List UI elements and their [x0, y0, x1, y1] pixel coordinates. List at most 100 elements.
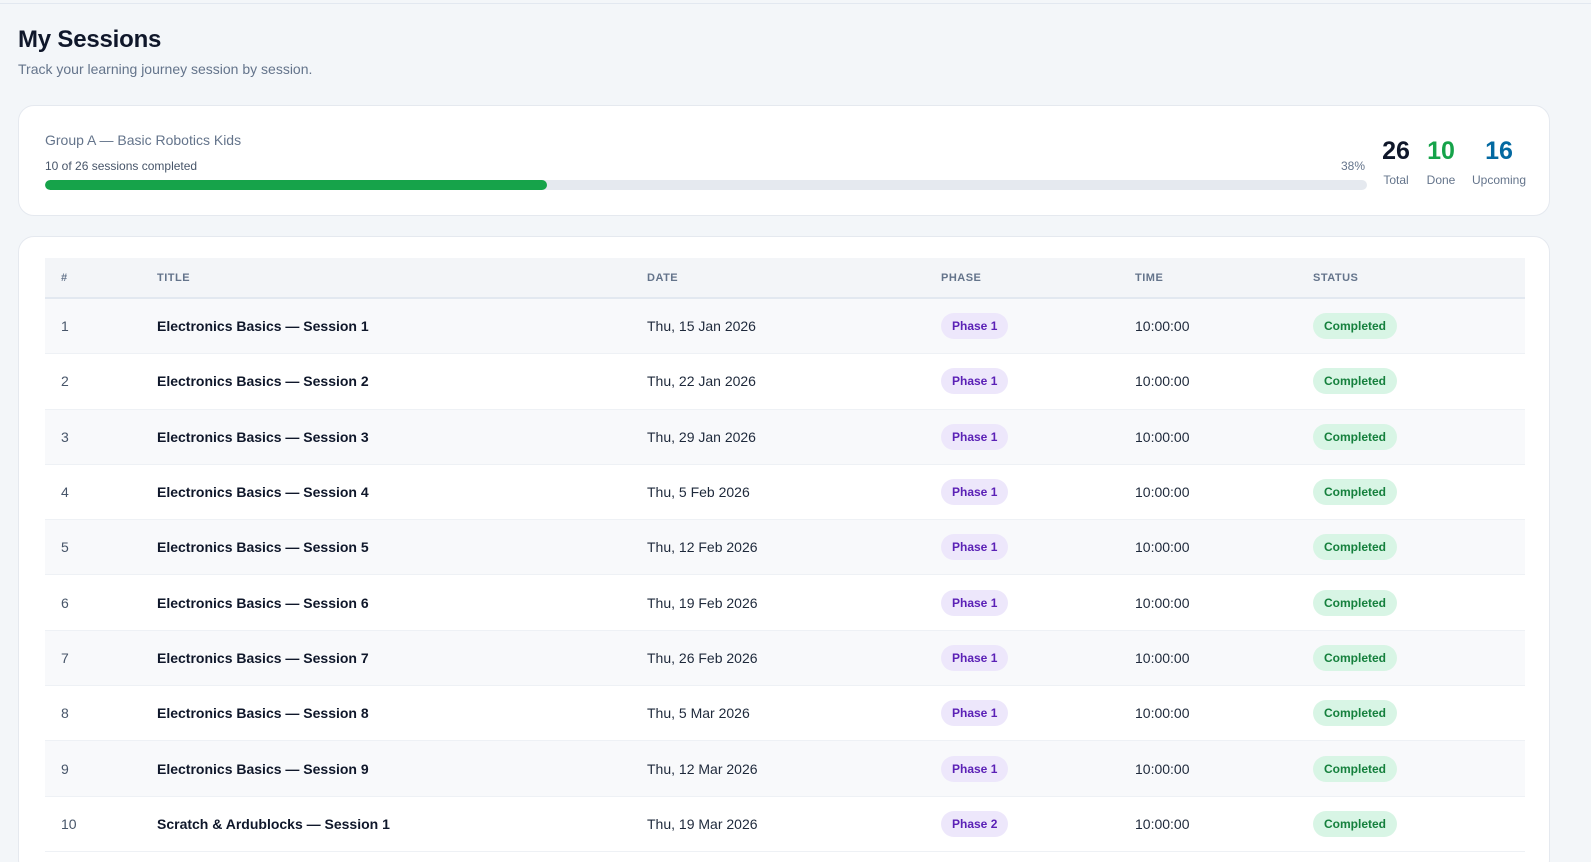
- session-status-cell: Completed: [1313, 644, 1398, 671]
- session-title: Electronics Basics — Session 3: [157, 428, 369, 445]
- session-status-cell: Completed: [1313, 810, 1398, 837]
- stat-done-value: 10: [1427, 137, 1455, 165]
- session-number: 1: [61, 318, 69, 335]
- session-date: Thu, 5 Feb 2026: [647, 484, 750, 501]
- session-date: Thu, 19 Feb 2026: [647, 594, 758, 611]
- table-row[interactable]: 6 Electronics Basics — Session 6 Thu, 19 F…: [45, 575, 1525, 631]
- phase-badge: Phase 1: [941, 423, 1009, 450]
- session-date: Thu, 12 Mar 2026: [647, 760, 758, 777]
- phase-badge: Phase 1: [941, 534, 1009, 561]
- session-phase-cell: Phase 1: [941, 368, 1009, 395]
- session-number: 2: [61, 373, 69, 390]
- stat-upcoming-label: Upcoming: [1471, 173, 1527, 187]
- phase-badge: Phase 1: [941, 313, 1009, 340]
- progress-text: 10 of 26 sessions completed: [45, 159, 198, 173]
- session-phase-cell: Phase 1: [941, 479, 1009, 506]
- stat-total: 26 Total: [1379, 136, 1413, 187]
- column-header-number: #: [61, 272, 68, 284]
- stat-total-value: 26: [1382, 137, 1410, 165]
- status-badge: Completed: [1313, 534, 1398, 561]
- status-badge: Completed: [1313, 700, 1398, 727]
- session-status-cell: Completed: [1313, 313, 1398, 340]
- session-time: 10:00:00: [1135, 428, 1190, 445]
- phase-badge: Phase 1: [941, 479, 1009, 506]
- session-status-cell: Completed: [1313, 479, 1398, 506]
- session-number: 4: [61, 484, 69, 501]
- stat-done-label: Done: [1426, 173, 1456, 187]
- top-divider: [0, 0, 1591, 4]
- session-time: 10:00:00: [1135, 760, 1190, 777]
- phase-badge: Phase 1: [941, 368, 1009, 395]
- table-row[interactable]: 8 Electronics Basics — Session 8 Thu, 5 Ma…: [45, 686, 1525, 742]
- table-row[interactable]: 3 Electronics Basics — Session 3 Thu, 29 J…: [45, 409, 1525, 465]
- session-number: 5: [61, 539, 69, 556]
- phase-badge: Phase 1: [941, 700, 1009, 727]
- stat-total-label: Total: [1383, 173, 1409, 187]
- table-row[interactable]: 1 Electronics Basics — Session 1 Thu, 15 J…: [45, 299, 1525, 355]
- status-badge: Completed: [1313, 368, 1398, 395]
- session-time: 10:00:00: [1135, 484, 1190, 501]
- session-title: Electronics Basics — Session 6: [157, 594, 369, 611]
- session-title: Scratch & Ardublocks — Session 1: [157, 815, 390, 832]
- table-row[interactable]: 7 Electronics Basics — Session 7 Thu, 26 F…: [45, 630, 1525, 687]
- page-title: My Sessions: [18, 26, 162, 53]
- session-phase-cell: Phase 1: [941, 589, 1009, 616]
- status-badge: Completed: [1313, 810, 1398, 837]
- session-time: 10:00:00: [1135, 815, 1190, 832]
- session-title: Electronics Basics — Session 1: [157, 318, 369, 335]
- session-time: 10:00:00: [1135, 373, 1190, 390]
- session-number: 3: [61, 428, 69, 445]
- session-phase-cell: Phase 1: [941, 644, 1009, 671]
- session-status-cell: Completed: [1313, 589, 1398, 616]
- table-row[interactable]: 9 Electronics Basics — Session 9 Thu, 12 M…: [45, 741, 1525, 797]
- session-phase-cell: Phase 1: [941, 423, 1009, 450]
- session-time: 10:00:00: [1135, 649, 1190, 666]
- status-badge: Completed: [1313, 313, 1398, 340]
- sessions-table-card: # TITLE DATE PHASE TIME STATUS 1 Electron…: [18, 236, 1550, 862]
- session-phase-cell: Phase 2: [941, 810, 1009, 837]
- status-badge: Completed: [1313, 589, 1398, 616]
- column-header-date: DATE: [647, 272, 679, 284]
- session-status-cell: Completed: [1313, 755, 1398, 782]
- table-row[interactable]: 2 Electronics Basics — Session 2 Thu, 22 J…: [45, 354, 1525, 410]
- progress-percent: 38%: [1340, 159, 1365, 173]
- status-badge: Completed: [1313, 423, 1398, 450]
- status-badge: Completed: [1313, 479, 1398, 506]
- column-header-title: TITLE: [157, 272, 191, 284]
- session-number: 9: [61, 760, 69, 777]
- group-name: Group A — Basic Robotics Kids: [45, 132, 242, 148]
- table-row[interactable]: 5 Electronics Basics — Session 5 Thu, 12 F…: [45, 520, 1525, 576]
- table-row[interactable]: 4 Electronics Basics — Session 4 Thu, 5 Fe…: [45, 464, 1525, 521]
- stat-upcoming-value: 16: [1485, 137, 1513, 165]
- session-number: 7: [61, 649, 69, 666]
- session-phase-cell: Phase 1: [941, 755, 1009, 782]
- sessions-table: # TITLE DATE PHASE TIME STATUS 1 Electron…: [45, 258, 1525, 852]
- status-badge: Completed: [1313, 755, 1398, 782]
- progress-summary-card: Group A — Basic Robotics Kids 10 of 26 s…: [18, 105, 1550, 216]
- column-header-phase: PHASE: [941, 272, 982, 284]
- phase-badge: Phase 2: [941, 810, 1009, 837]
- column-header-status: STATUS: [1313, 272, 1359, 284]
- session-time: 10:00:00: [1135, 318, 1190, 335]
- progress-bar: [45, 180, 1367, 190]
- session-date: Thu, 12 Feb 2026: [647, 539, 758, 556]
- session-phase-cell: Phase 1: [941, 700, 1009, 727]
- stat-done: 10 Done: [1424, 136, 1458, 187]
- session-number: 8: [61, 705, 69, 722]
- session-date: Thu, 15 Jan 2026: [647, 318, 756, 335]
- session-title: Electronics Basics — Session 7: [157, 649, 369, 666]
- progress-bar-fill: [45, 180, 548, 190]
- session-time: 10:00:00: [1135, 705, 1190, 722]
- session-date: Thu, 5 Mar 2026: [647, 705, 750, 722]
- session-date: Thu, 22 Jan 2026: [647, 373, 756, 390]
- phase-badge: Phase 1: [941, 644, 1009, 671]
- session-date: Thu, 29 Jan 2026: [647, 428, 756, 445]
- session-title: Electronics Basics — Session 8: [157, 705, 369, 722]
- session-title: Electronics Basics — Session 4: [157, 484, 369, 501]
- session-date: Thu, 26 Feb 2026: [647, 649, 758, 666]
- session-status-cell: Completed: [1313, 534, 1398, 561]
- table-row[interactable]: 10 Scratch & Ardublocks — Session 1 Thu, 1…: [45, 796, 1525, 852]
- stat-upcoming: 16 Upcoming: [1467, 136, 1531, 187]
- status-badge: Completed: [1313, 644, 1398, 671]
- phase-badge: Phase 1: [941, 589, 1009, 616]
